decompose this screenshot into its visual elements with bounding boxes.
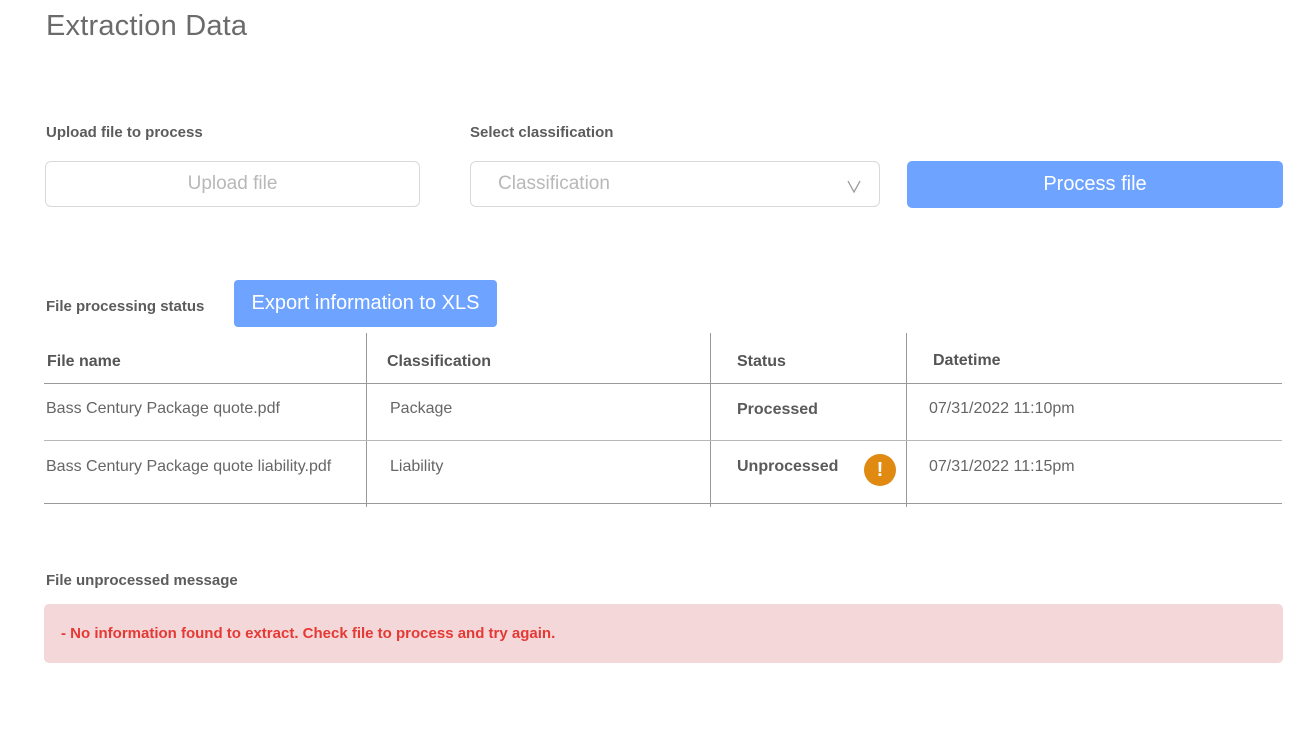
file-name-cell: Bass Century Package quote liability.pdf: [46, 458, 332, 475]
classification-cell: Liability: [390, 458, 444, 475]
upload-file-label: Upload file to process: [46, 124, 203, 141]
header-divider: [44, 383, 1282, 384]
datetime-cell: 07/31/2022 11:15pm: [929, 458, 1075, 475]
error-message-box: - No information found to extract. Check…: [44, 604, 1283, 663]
status-cell: Processed: [737, 401, 818, 418]
classification-cell: Package: [390, 400, 453, 417]
chevron-down-icon: [847, 180, 861, 194]
column-divider: [710, 333, 711, 507]
select-classification-label: Select classification: [470, 124, 614, 141]
column-header-file-name: File name: [47, 353, 121, 370]
file-unprocessed-message-label: File unprocessed message: [46, 572, 238, 589]
column-divider: [366, 333, 367, 507]
classification-placeholder: Classification: [498, 173, 610, 194]
table-bottom-border: [44, 503, 1282, 504]
process-file-button[interactable]: Process file: [907, 161, 1283, 208]
column-header-status: Status: [737, 353, 786, 370]
exclamation-circle-icon: !: [864, 454, 896, 486]
column-header-datetime: Datetime: [933, 352, 1001, 369]
error-message-text: - No information found to extract. Check…: [61, 625, 556, 642]
file-name-cell: Bass Century Package quote.pdf: [46, 400, 280, 417]
page-title: Extraction Data: [46, 10, 248, 42]
column-divider: [906, 333, 907, 507]
file-status-table: File name Classification Status Datetime…: [44, 333, 1282, 507]
upload-file-button[interactable]: Upload file: [45, 161, 420, 207]
classification-select[interactable]: Classification: [470, 161, 880, 207]
status-cell: Unprocessed: [737, 458, 839, 475]
datetime-cell: 07/31/2022 11:10pm: [929, 400, 1075, 417]
column-header-classification: Classification: [387, 353, 492, 370]
file-processing-status-label: File processing status: [46, 298, 205, 315]
row-divider: [44, 440, 1282, 441]
export-xls-button[interactable]: Export information to XLS: [234, 280, 497, 327]
